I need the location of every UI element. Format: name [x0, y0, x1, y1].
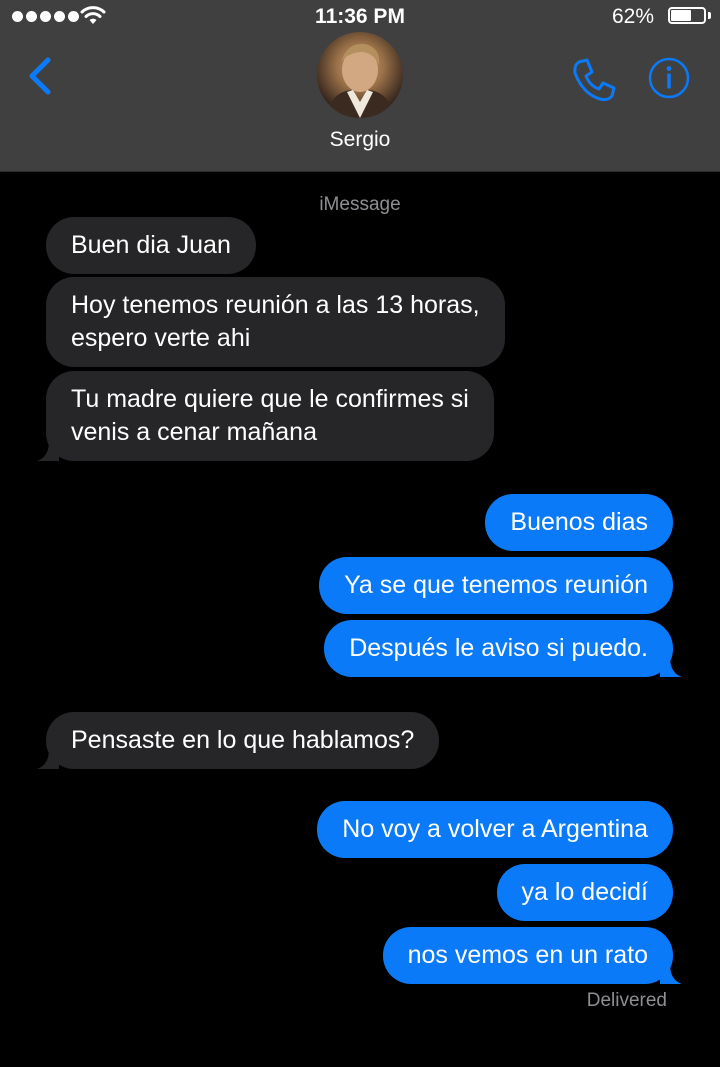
- delivery-status: Delivered: [586, 990, 667, 1011]
- battery-icon: [668, 7, 706, 24]
- info-icon: [648, 57, 690, 99]
- outgoing-message-bubble[interactable]: nos vemos en un rato: [382, 927, 682, 984]
- battery-tip: [708, 12, 711, 19]
- outgoing-message-bubble[interactable]: No voy a volver a Argentina: [317, 801, 673, 858]
- message-text-line: espero verte ahi: [71, 324, 251, 352]
- bubble-tail: [660, 964, 682, 984]
- info-button[interactable]: [647, 56, 691, 100]
- incoming-message-bubble[interactable]: Buen dia Juan: [46, 217, 256, 274]
- message-text-line: Buen dia Juan: [71, 231, 231, 259]
- bubble-tail: [660, 657, 682, 677]
- message-text-line: Buenos dias: [510, 508, 648, 536]
- outgoing-message-bubble[interactable]: ya lo decidí: [496, 864, 673, 921]
- message-text-line: Pensaste en lo que hablamos?: [71, 726, 415, 754]
- contact-photo: [325, 43, 395, 118]
- contact-name[interactable]: Sergio: [0, 128, 720, 152]
- incoming-message-bubble[interactable]: Pensaste en lo que hablamos?: [37, 712, 440, 769]
- phone-icon: [573, 58, 616, 102]
- message-text-line: Después le aviso si puedo.: [349, 634, 648, 662]
- incoming-message-bubble[interactable]: Hoy tenemos reunión a las 13 horas, esper…: [46, 277, 505, 367]
- service-label: iMessage: [319, 194, 401, 215]
- message-text-line: Tu madre quiere que le confirmes si: [71, 385, 469, 413]
- message-text-line: venis a cenar mañana: [71, 418, 317, 446]
- back-button[interactable]: [22, 52, 62, 102]
- status-bar: 11:36 PM 62%: [0, 0, 720, 34]
- message-text-line: ya lo decidí: [521, 878, 648, 906]
- outgoing-message-bubble[interactable]: Después le aviso si puedo.: [324, 620, 682, 677]
- incoming-message-bubble[interactable]: Tu madre quiere que le confirmes si venis…: [37, 371, 494, 461]
- battery-percentage: 62%: [611, 5, 654, 28]
- conversation-header: 11:36 PM 62% Sergio: [0, 0, 720, 172]
- chevron-left-icon: [29, 57, 51, 95]
- message-text-line: No voy a volver a Argentina: [342, 815, 648, 843]
- message-text-line: nos vemos en un rato: [407, 941, 648, 969]
- outgoing-message-bubble[interactable]: Buenos dias: [485, 494, 673, 551]
- message-text-line: Ya se que tenemos reunión: [344, 571, 648, 599]
- message-text-line: Hoy tenemos reunión a las 13 horas,: [71, 291, 480, 319]
- contact-avatar[interactable]: [317, 32, 403, 118]
- bubble-tail: [37, 441, 59, 461]
- bubble-tail: [37, 749, 59, 769]
- outgoing-message-bubble[interactable]: Ya se que tenemos reunión: [319, 557, 673, 614]
- call-button[interactable]: [570, 56, 618, 104]
